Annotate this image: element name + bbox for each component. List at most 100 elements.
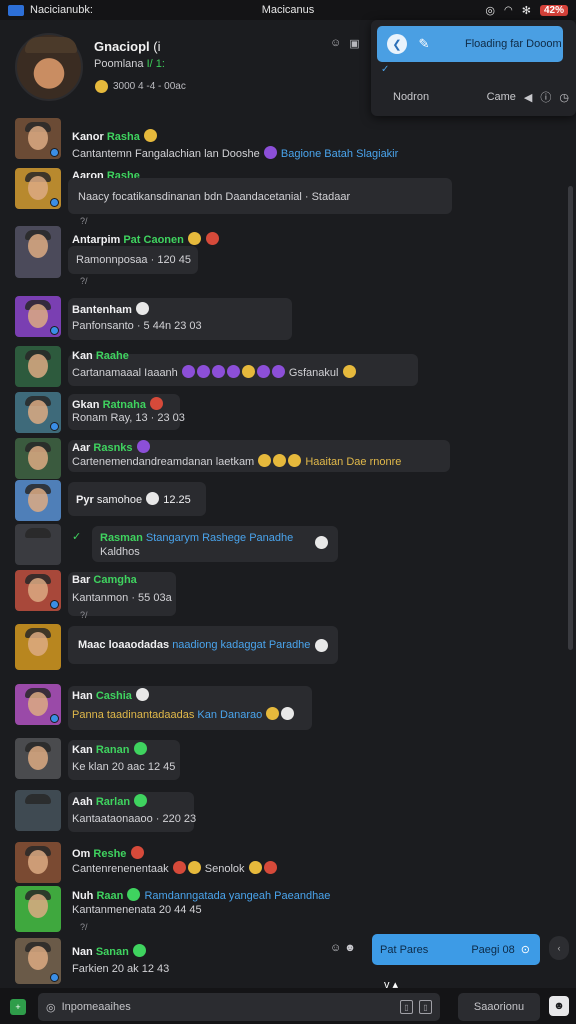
- send-button[interactable]: Saaorionu: [458, 993, 540, 1021]
- emoji-icon: [95, 80, 108, 93]
- add-icon[interactable]: +: [10, 999, 26, 1015]
- message-author: Aar Rasnks: [72, 440, 151, 454]
- message-author: Aah Rarlan: [72, 794, 148, 808]
- message-text: Ke klan 20 aac 12 45: [72, 761, 176, 773]
- popover-action-bar[interactable]: ❮ ✎ Floading far Dooom: [377, 26, 563, 62]
- battery-indicator: 42%: [539, 4, 568, 16]
- emoji-icon: [134, 794, 148, 807]
- jump-to-latest-pill[interactable]: Pat Pares Paegi 08 ⊙: [372, 934, 540, 965]
- message-text: Naacy focatikansdinanan bdn Daandacetani…: [78, 191, 351, 203]
- avatar[interactable]: [15, 480, 61, 521]
- avatar[interactable]: [15, 296, 61, 337]
- message-meta: ?/: [80, 216, 88, 226]
- reaction-icon[interactable]: ☺ ☻: [330, 942, 356, 954]
- emoji-icon: [133, 742, 147, 755]
- avatar[interactable]: [15, 570, 61, 611]
- message-author: Kan Ranan: [72, 742, 148, 756]
- emoji-icon: [143, 129, 157, 142]
- message-text: Ramonnposaa · 120 45: [76, 254, 191, 266]
- edit-icon[interactable]: ✎: [415, 35, 433, 53]
- popover-bar-label: Floading far Dooom: [465, 38, 562, 50]
- message-text: Cartanamaaal Iaaanh Gsfanakul: [72, 365, 357, 379]
- avatar[interactable]: [15, 684, 61, 725]
- message-text: Kantanmenenata 20 44 45: [72, 904, 202, 916]
- check-icon: ✓: [381, 64, 390, 75]
- back-icon[interactable]: ❮: [387, 34, 407, 54]
- message-text: Cantenrenenentaak Senolok: [72, 861, 278, 875]
- clock-icon[interactable]: ◷: [559, 91, 569, 104]
- message-author: Om Reshe: [72, 846, 145, 860]
- message-text: Kaldhos: [100, 546, 140, 558]
- message-input[interactable]: ◎ Inpomeaaihes ▯ ▯: [38, 993, 440, 1021]
- message-text: Panna taadinantadaadas Kan Danarao: [72, 707, 295, 721]
- scroll-button[interactable]: ‹: [549, 936, 569, 960]
- message-author: Bar Camgha: [72, 574, 137, 586]
- message-text: Cartenemendandreamdanan laetkam Haaitan …: [72, 454, 402, 468]
- user-icon[interactable]: ☺: [330, 37, 341, 50]
- message-text: Farkien 20 ak 12 43: [72, 963, 170, 975]
- avatar[interactable]: [15, 346, 61, 387]
- message-meta: ?/: [80, 276, 88, 286]
- profile-meta: 3000 4 -4 - 00ac: [94, 80, 186, 93]
- message-text: Maac loaaodadas naadiong kadaggat Paradh…: [78, 639, 311, 651]
- avatar[interactable]: [15, 168, 61, 209]
- reply-icon: ✓: [72, 531, 82, 543]
- emoji-icon: [263, 146, 277, 159]
- avatar[interactable]: [15, 524, 61, 565]
- scrollbar[interactable]: [568, 186, 573, 650]
- profile-avatar[interactable]: [15, 33, 83, 101]
- status-left-text: Nacicianubk:: [30, 4, 93, 16]
- pill-left-label: Pat Pares: [380, 943, 429, 956]
- emoji-picker-icon[interactable]: ☻: [549, 996, 569, 1016]
- popover-right-label[interactable]: Came: [487, 91, 516, 103]
- message-text: Ronam Ray, 13 · 23 03: [72, 412, 185, 424]
- profile-name: Gnaciopl (i: [94, 39, 161, 54]
- message-input-placeholder: Inpomeaaihes: [61, 1001, 131, 1013]
- message-author: Rasman Stangarym Rashege Panadhe: [100, 532, 294, 544]
- pill-right-label: Paegi 08: [471, 943, 515, 956]
- header-actions: ☺ ▣: [330, 37, 360, 50]
- app-flag-icon: [8, 4, 24, 16]
- message-text: Cantantemn Fangalachian lan Dooshe Bagio…: [72, 146, 399, 160]
- message-author: Bantenham: [72, 302, 150, 316]
- message-meta: ?/: [80, 922, 88, 932]
- avatar[interactable]: [15, 738, 61, 779]
- emoji-icon: [130, 846, 144, 859]
- popover-row: Nodron Came ◀ ⓘ ◷: [393, 89, 569, 105]
- message-author: Pyr samohoe 12.25: [76, 492, 191, 506]
- message-author: Kanor Rasha: [72, 129, 158, 143]
- volume-icon[interactable]: ◀: [524, 91, 532, 104]
- emoji-icon: [315, 536, 328, 549]
- attachment-icon[interactable]: ▯: [400, 1000, 413, 1014]
- avatar[interactable]: [15, 438, 61, 479]
- emoji-icon: [146, 492, 160, 505]
- avatar[interactable]: [15, 842, 61, 883]
- emoji-icon: [127, 888, 141, 901]
- avatar[interactable]: [15, 886, 61, 932]
- message-text: Panfonsanto · 5 44n 23 03: [72, 320, 202, 332]
- wifi-icon: ◠: [504, 4, 513, 16]
- emoji-icon: [132, 944, 146, 957]
- message-author: Nuh Raan Ramdanngatada yangeah Paeandhae: [72, 888, 331, 902]
- message-author: Antarpim Pat Caonen: [72, 232, 220, 246]
- emoji-icon: [315, 639, 328, 652]
- avatar[interactable]: [15, 938, 61, 984]
- emoji-icon: [135, 688, 149, 701]
- message-author: Gkan Ratnaha: [72, 397, 164, 411]
- composer-bar: + ◎ Inpomeaaihes ▯ ▯ Saaorionu ☻: [0, 988, 576, 1024]
- emoji-icon: [205, 232, 219, 245]
- gear-icon: ✻: [521, 4, 531, 17]
- avatar[interactable]: [15, 118, 61, 159]
- profile-subtitle: Poomlana I/ 1:: [94, 58, 165, 70]
- window-icon[interactable]: ▣: [349, 37, 359, 50]
- avatar[interactable]: [15, 392, 61, 433]
- avatar[interactable]: [15, 790, 61, 831]
- message-author: Kan Raahe: [72, 350, 129, 362]
- arrow-icon: ⊙: [520, 944, 530, 956]
- avatar[interactable]: [15, 226, 61, 278]
- info-icon[interactable]: ⓘ: [540, 89, 551, 105]
- popover-left-label[interactable]: Nodron: [393, 91, 429, 103]
- gif-icon[interactable]: ▯: [419, 1000, 432, 1014]
- avatar[interactable]: [15, 624, 61, 670]
- emoji-icon: [150, 397, 164, 410]
